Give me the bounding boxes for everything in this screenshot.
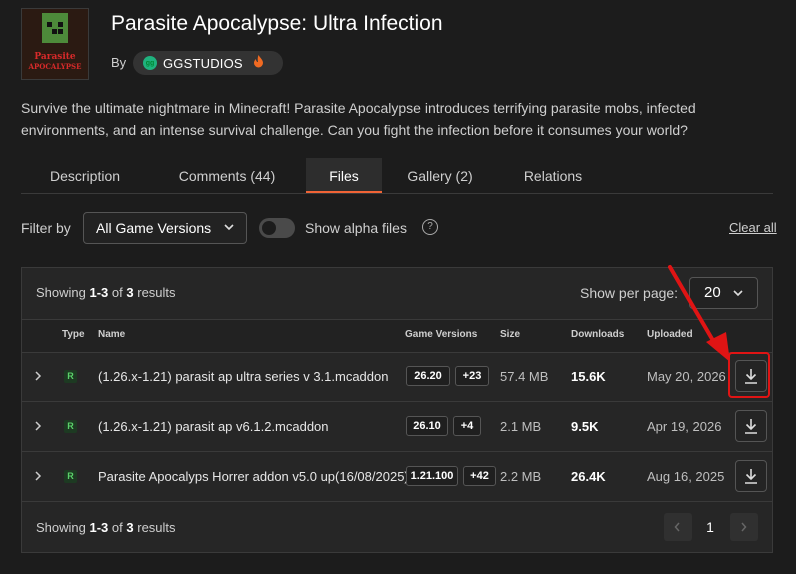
game-version-chip: 1.21.100 xyxy=(406,466,458,486)
file-name[interactable]: Parasite Apocalyps Horrer addon v5.0 up(… xyxy=(98,469,409,484)
author-name: GGSTUDIOS xyxy=(163,55,243,71)
file-size: 57.4 MB xyxy=(500,369,549,384)
project-title: Parasite Apocalypse: Ultra Infection xyxy=(111,12,443,35)
game-version-selected: All Game Versions xyxy=(96,220,212,236)
help-circle-icon[interactable]: ? xyxy=(422,219,438,235)
author-avatar-icon: gg xyxy=(143,56,157,70)
tab-description[interactable]: Description xyxy=(21,158,149,193)
alpha-files-toggle[interactable] xyxy=(259,218,295,238)
chevron-right-icon xyxy=(741,522,747,532)
filter-by-label: Filter by xyxy=(21,220,71,236)
results-summary-top: Showing 1-3 of 3 results xyxy=(36,285,176,300)
col-game-versions: Game Versions xyxy=(405,329,478,340)
alpha-files-label: Show alpha files xyxy=(305,220,407,236)
chevron-right-icon[interactable] xyxy=(34,470,42,482)
download-count: 15.6K xyxy=(571,369,606,384)
tab-bar: Description Comments (44) Files Gallery … xyxy=(21,158,773,194)
by-label: By xyxy=(111,55,127,70)
creeper-figure xyxy=(42,13,68,43)
table-row[interactable]: R Parasite Apocalyps Horrer addon v5.0 u… xyxy=(22,452,772,502)
more-versions-chip[interactable]: +23 xyxy=(455,366,489,386)
next-page-button[interactable] xyxy=(730,513,758,541)
previous-page-button[interactable] xyxy=(664,513,692,541)
file-name[interactable]: (1.26.x-1.21) parasit ap ultra series v … xyxy=(98,369,388,384)
download-button[interactable] xyxy=(735,460,767,492)
file-name[interactable]: (1.26.x-1.21) parasit ap v6.1.2.mcaddon xyxy=(98,419,329,434)
results-summary-bottom: Showing 1-3 of 3 results xyxy=(36,520,176,535)
download-icon xyxy=(745,419,757,434)
thumbnail-subtitle: APOCALYPSE xyxy=(28,62,82,71)
game-version-select[interactable]: All Game Versions xyxy=(83,212,247,244)
release-type-badge: R xyxy=(64,470,77,483)
file-size: 2.2 MB xyxy=(500,469,542,484)
game-version-chip: 26.20 xyxy=(406,366,450,386)
table-row[interactable]: R (1.26.x-1.21) parasit ap v6.1.2.mcaddo… xyxy=(22,402,772,452)
upload-date: Apr 19, 2026 xyxy=(647,419,722,434)
download-button[interactable] xyxy=(735,410,767,442)
project-description: Survive the ultimate nightmare in Minecr… xyxy=(21,100,696,138)
upload-date: Aug 16, 2025 xyxy=(647,469,725,484)
download-count: 26.4K xyxy=(571,469,606,484)
col-type: Type xyxy=(62,329,85,340)
more-versions-chip[interactable]: +42 xyxy=(463,466,496,486)
chevron-down-icon xyxy=(224,224,234,231)
chevron-right-icon[interactable] xyxy=(34,370,42,382)
col-name: Name xyxy=(98,329,126,340)
release-type-badge: R xyxy=(64,370,77,383)
annotation-arrow-icon xyxy=(668,265,730,362)
toggle-knob xyxy=(262,221,276,235)
chevron-left-icon xyxy=(674,522,680,532)
tab-files[interactable]: Files xyxy=(306,158,382,193)
fire-icon xyxy=(253,55,264,71)
download-count: 9.5K xyxy=(571,419,599,434)
project-thumbnail: Parasite APOCALYPSE xyxy=(21,8,89,80)
file-size: 2.1 MB xyxy=(500,419,542,434)
col-size: Size xyxy=(500,329,521,340)
author-pill[interactable]: gg GGSTUDIOS xyxy=(133,51,283,75)
col-downloads: Downloads xyxy=(571,329,625,340)
current-page-number[interactable]: 1 xyxy=(700,519,720,535)
more-versions-chip[interactable]: +4 xyxy=(453,416,481,436)
thumbnail-title: Parasite xyxy=(34,52,76,62)
tab-gallery[interactable]: Gallery (2) xyxy=(390,158,490,193)
tab-relations[interactable]: Relations xyxy=(501,158,605,193)
chevron-right-icon[interactable] xyxy=(34,420,42,432)
game-version-chip: 26.10 xyxy=(406,416,448,436)
tab-comments[interactable]: Comments (44) xyxy=(157,158,297,193)
download-icon xyxy=(745,469,757,484)
release-type-badge: R xyxy=(64,420,77,433)
clear-all-link[interactable]: Clear all xyxy=(729,220,777,235)
